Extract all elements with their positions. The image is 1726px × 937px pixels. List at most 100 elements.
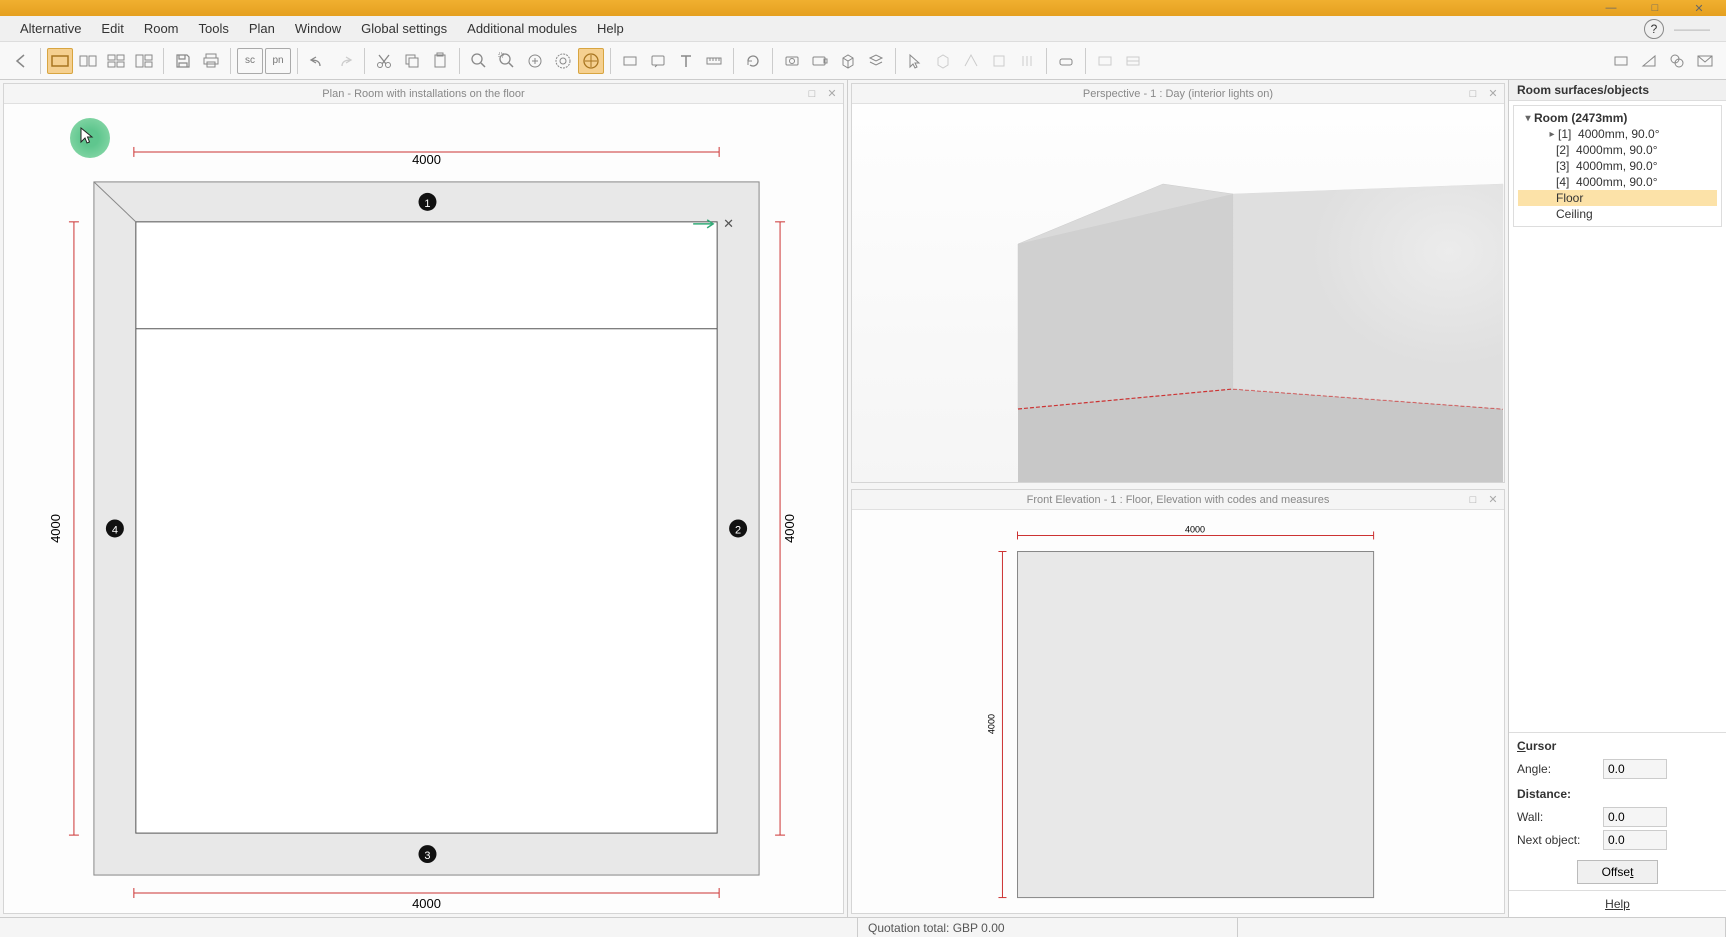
back-icon[interactable] xyxy=(8,48,34,74)
tree-wall-1[interactable]: ▸ [1] 4000mm, 90.0° xyxy=(1518,126,1717,142)
menu-tools[interactable]: Tools xyxy=(189,17,239,40)
layer-icon[interactable] xyxy=(863,48,889,74)
elevation-panel: Front Elevation - 1 : Floor, Elevation w… xyxy=(851,489,1505,914)
svg-text:2: 2 xyxy=(735,524,741,536)
next-object-input[interactable] xyxy=(1603,830,1667,850)
tree-view: ▾ Room (2473mm) ▸ [1] 4000mm, 90.0° [2] … xyxy=(1513,105,1722,227)
tool-d-icon[interactable] xyxy=(1014,48,1040,74)
pointer-icon[interactable] xyxy=(902,48,928,74)
minimize-button[interactable]: — xyxy=(1589,1,1633,15)
tool-b-icon[interactable] xyxy=(958,48,984,74)
zoom-area-icon[interactable] xyxy=(522,48,548,74)
menu-global-settings[interactable]: Global settings xyxy=(351,17,457,40)
elev-dim-left: 4000 xyxy=(986,714,996,734)
right-tool-1-icon[interactable] xyxy=(1608,48,1634,74)
copy-icon[interactable] xyxy=(399,48,425,74)
text-icon[interactable] xyxy=(673,48,699,74)
right-tool-3-icon[interactable] xyxy=(1664,48,1690,74)
dim-bottom: 4000 xyxy=(412,896,441,911)
redo-icon[interactable] xyxy=(332,48,358,74)
tool-a-icon[interactable] xyxy=(930,48,956,74)
measure-icon[interactable] xyxy=(701,48,727,74)
help-link[interactable]: Help xyxy=(1509,890,1726,917)
panel-maximize-icon[interactable]: □ xyxy=(1466,493,1480,507)
tree-room-label: Room (2473mm) xyxy=(1534,111,1627,125)
chevron-down-icon[interactable]: ▾ xyxy=(1522,113,1534,124)
view-grid-icon[interactable] xyxy=(103,48,129,74)
right-tool-2-icon[interactable] xyxy=(1636,48,1662,74)
tree-wall-3[interactable]: [3] 4000mm, 90.0° xyxy=(1518,158,1717,174)
undo-icon[interactable] xyxy=(304,48,330,74)
plan-panel-title: Plan - Room with installations on the fl… xyxy=(322,88,524,100)
panel-maximize-icon[interactable]: □ xyxy=(1466,87,1480,101)
angle-label: Angle: xyxy=(1517,762,1603,776)
plan-panel: Plan - Room with installations on the fl… xyxy=(3,83,844,914)
next-object-label: Next object: xyxy=(1517,833,1603,847)
panel-close-icon[interactable]: ✕ xyxy=(1486,493,1500,507)
tool-c-icon[interactable] xyxy=(986,48,1012,74)
camera2-icon[interactable] xyxy=(807,48,833,74)
menu-room[interactable]: Room xyxy=(134,17,189,40)
wall-input[interactable] xyxy=(1603,807,1667,827)
plan-panel-header: Plan - Room with installations on the fl… xyxy=(4,84,843,104)
tool-e-icon[interactable] xyxy=(1053,48,1079,74)
perspective-panel-title: Perspective - 1 : Day (interior lights o… xyxy=(1083,88,1273,100)
zoom-window-icon[interactable] xyxy=(494,48,520,74)
offset-button[interactable]: Offset xyxy=(1577,860,1659,884)
menu-help[interactable]: Help xyxy=(587,17,634,40)
tree-floor[interactable]: Floor xyxy=(1518,190,1717,206)
menu-edit[interactable]: Edit xyxy=(91,17,133,40)
right-sidebar: Room surfaces/objects ▾ Room (2473mm) ▸ … xyxy=(1508,80,1726,917)
menu-bar: Alternative Edit Room Tools Plan Window … xyxy=(0,16,1726,42)
paste-icon[interactable] xyxy=(427,48,453,74)
svg-text:1: 1 xyxy=(424,198,430,210)
tool-g-icon[interactable] xyxy=(1120,48,1146,74)
tree-room-node[interactable]: ▾ Room (2473mm) xyxy=(1518,110,1717,126)
panel-close-icon[interactable]: ✕ xyxy=(825,87,839,101)
panel-close-icon[interactable]: ✕ xyxy=(1486,87,1500,101)
chevron-right-icon[interactable]: ▸ xyxy=(1546,129,1558,140)
save-icon[interactable] xyxy=(170,48,196,74)
dim-right: 4000 xyxy=(782,514,797,543)
elev-dim-top: 4000 xyxy=(1185,524,1205,534)
sc-icon[interactable]: sc xyxy=(237,48,263,74)
close-button[interactable]: ✕ xyxy=(1677,1,1721,15)
elevation-panel-title: Front Elevation - 1 : Floor, Elevation w… xyxy=(1027,494,1330,506)
zoom-fit-icon[interactable] xyxy=(550,48,576,74)
user-label: ——— xyxy=(1674,22,1716,36)
tree-ceiling[interactable]: Ceiling xyxy=(1518,206,1717,222)
camera-icon[interactable] xyxy=(779,48,805,74)
cut-icon[interactable] xyxy=(371,48,397,74)
menu-alternative[interactable]: Alternative xyxy=(10,17,91,40)
mail-icon[interactable] xyxy=(1692,48,1718,74)
menu-window[interactable]: Window xyxy=(285,17,351,40)
main-toolbar: sc pn xyxy=(0,42,1726,80)
view-plan-icon[interactable] xyxy=(47,48,73,74)
menu-plan[interactable]: Plan xyxy=(239,17,285,40)
tool-f-icon[interactable] xyxy=(1092,48,1118,74)
menu-additional-modules[interactable]: Additional modules xyxy=(457,17,587,40)
view-split-icon[interactable] xyxy=(75,48,101,74)
svg-text:3: 3 xyxy=(424,850,430,862)
view-layout-icon[interactable] xyxy=(131,48,157,74)
print-icon[interactable] xyxy=(198,48,224,74)
perspective-canvas[interactable] xyxy=(852,104,1504,482)
angle-input[interactable] xyxy=(1603,759,1667,779)
panel-maximize-icon[interactable]: □ xyxy=(805,87,819,101)
pn-icon[interactable]: pn xyxy=(265,48,291,74)
status-bar: Quotation total: GBP 0.00 xyxy=(0,917,1726,937)
maximize-button[interactable]: □ xyxy=(1633,1,1677,15)
tree-wall-2[interactable]: [2] 4000mm, 90.0° xyxy=(1518,142,1717,158)
zoom-all-icon[interactable] xyxy=(578,48,604,74)
rect-icon[interactable] xyxy=(617,48,643,74)
refresh-icon[interactable] xyxy=(740,48,766,74)
plan-canvas[interactable]: 4000 4000 xyxy=(4,104,843,913)
help-icon[interactable]: ? xyxy=(1644,19,1664,39)
perspective-panel-header: Perspective - 1 : Day (interior lights o… xyxy=(852,84,1504,104)
tree-wall-4[interactable]: [4] 4000mm, 90.0° xyxy=(1518,174,1717,190)
box3d-icon[interactable] xyxy=(835,48,861,74)
cursor-section: Cursor Angle: Distance: Wall: Next objec… xyxy=(1509,732,1726,890)
note-icon[interactable] xyxy=(645,48,671,74)
zoom-icon[interactable] xyxy=(466,48,492,74)
elevation-canvas[interactable]: 4000 4000 xyxy=(852,510,1504,913)
